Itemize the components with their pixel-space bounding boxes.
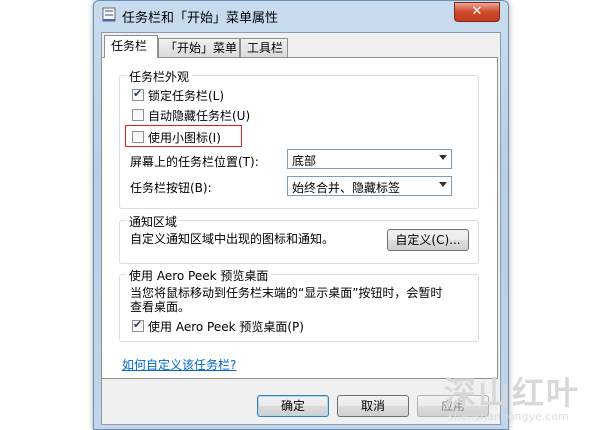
taskbar-location-select[interactable]: 底部 [287,149,452,169]
cancel-button[interactable]: 取消 [337,395,409,417]
watermark: 深山红叶 shenshanhongye.com [444,368,594,426]
lock-taskbar-label: 锁定任务栏(L) [148,89,225,103]
auto-hide-label: 自动隐藏任务栏(U) [148,109,251,123]
watermark-url: shenshanhongye.com [448,410,569,423]
ok-button[interactable]: 确定 [257,395,329,417]
close-icon: ✕ [471,4,483,19]
customize-taskbar-help-link[interactable]: 如何自定义该任务栏? [122,356,236,373]
tab-toolbars-label: 工具栏 [247,41,284,55]
taskbar-properties-icon [102,7,116,22]
cancel-button-label: 取消 [360,399,385,413]
tab-toolbars[interactable]: 工具栏 [240,38,288,57]
taskbar-buttons-label: 任务栏按钮(B): [130,181,212,195]
appearance-group-label: 任务栏外观 [126,68,193,85]
aero-peek-checkbox[interactable]: ✔ [132,318,144,332]
tab-start-menu-label: 「开始」菜单 [165,41,238,55]
customize-button-label: 自定义(C)... [395,233,461,247]
tab-start-menu[interactable]: 「开始」菜单 [158,38,240,57]
aero-peek-group-label: 使用 Aero Peek 预览桌面 [126,267,272,284]
close-button[interactable]: ✕ [454,2,500,22]
taskbar-location-label: 屏幕上的任务栏位置(T): [130,155,259,169]
watermark-logo: 深山红叶 [444,374,581,412]
tab-taskbar[interactable]: 任务栏 [104,35,158,58]
notification-group-label: 通知区域 [126,213,181,230]
lock-taskbar-checkbox[interactable]: ✔ [132,87,144,101]
taskbar-buttons-select[interactable]: 始终合并、隐藏标签 [287,176,452,196]
title-bar[interactable]: 任务栏和「开始」菜单属性 ✕ [94,1,508,29]
tab-taskbar-label: 任务栏 [111,39,148,53]
tab-content: 任务栏外观 ✔ 锁定任务栏(L) 自动隐藏任务栏(U) 使用小图标(I) 屏幕上… [101,57,498,379]
taskbar-location-value: 底部 [292,154,317,168]
checkmark-icon: ✔ [133,87,143,100]
customize-button[interactable]: 自定义(C)... [387,229,469,251]
notification-description: 自定义通知区域中出现的图标和通知。 [130,232,335,246]
aero-peek-checkbox-label: 使用 Aero Peek 预览桌面(P) [148,320,304,334]
highlight-box [125,125,242,147]
aero-peek-description-line2: 查看桌面。 [130,300,191,314]
ok-button-label: 确定 [280,399,305,413]
auto-hide-checkbox[interactable] [132,109,144,121]
chevron-down-icon [439,155,447,160]
checkmark-icon: ✔ [133,318,143,331]
taskbar-buttons-value: 始终合并、隐藏标签 [292,181,401,195]
window-title: 任务栏和「开始」菜单属性 [122,11,279,26]
chevron-down-icon [439,182,447,187]
